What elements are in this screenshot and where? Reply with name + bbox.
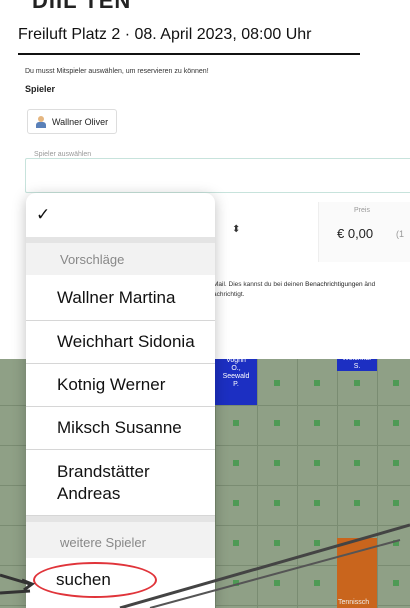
- up-down-chevron-icon[interactable]: ⬍: [232, 224, 240, 235]
- selected-player-chip[interactable]: Wallner Oliver: [27, 109, 118, 134]
- list-item[interactable]: Wallner Martina: [26, 275, 215, 321]
- annotation-circle: [33, 562, 157, 598]
- select-player-label: Spieler auswählen: [34, 151, 92, 158]
- group-header-more-players: weitere Spieler: [26, 522, 215, 558]
- list-item[interactable]: Kotnig Werner: [26, 364, 215, 407]
- list-item[interactable]: Miksch Susanne: [26, 407, 215, 450]
- selected-player-name: Wallner Oliver: [52, 116, 109, 127]
- tennis-label: Tennissch: [338, 599, 370, 606]
- empty-selection-option[interactable]: ✓: [26, 193, 215, 237]
- price-label: Preis: [354, 207, 370, 214]
- price-value: € 0,00: [337, 226, 374, 241]
- booked-slot-orange[interactable]: [337, 538, 377, 608]
- player-picker-dropdown: ✓ Vorschläge Wallner Martina Weichhart S…: [26, 193, 215, 608]
- title-divider: [18, 53, 360, 55]
- group-header-suggestions: Vorschläge: [26, 243, 215, 275]
- list-item[interactable]: Brandstätter Andreas: [26, 450, 215, 516]
- notification-text: Mail. Dies kannst du bei deinen Benachri…: [213, 281, 376, 298]
- booked-slot-a[interactable]: Vogrin O., Seewald P.: [215, 355, 257, 405]
- price-extra: (1: [396, 229, 405, 239]
- avatar-icon: [36, 115, 46, 128]
- players-label: Spieler: [25, 84, 56, 94]
- hint-text: Du musst Mitspieler auswählen, um reserv…: [25, 68, 209, 75]
- select-player-input[interactable]: [25, 158, 410, 193]
- list-item[interactable]: Weichhart Sidonia: [26, 321, 215, 364]
- modal-title: Freiluft Platz 2 · 08. April 2023, 08:00…: [18, 26, 312, 43]
- checkmark-icon: ✓: [36, 205, 51, 224]
